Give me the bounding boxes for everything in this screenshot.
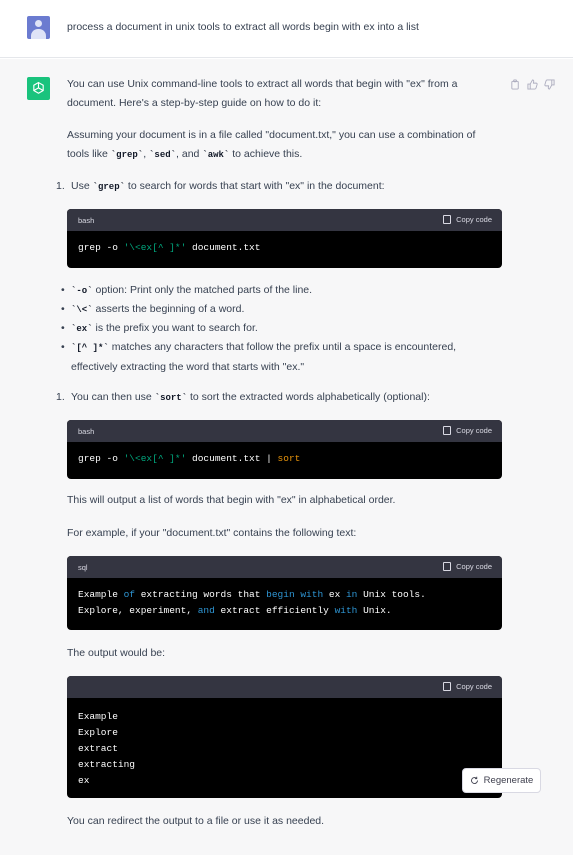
assume-paragraph: Assuming your document is in a file call…	[67, 129, 476, 160]
code-block: sql Copy code Example of extracting word…	[67, 556, 502, 630]
step-1: 1. Use `grep` to search for words that st…	[56, 180, 385, 192]
code-language: bash	[78, 427, 95, 436]
clipboard-icon	[443, 215, 452, 224]
code-content: grep -o '\<ex[^ ]*' document.txt	[78, 242, 261, 253]
code-block-header: Copy code	[67, 676, 502, 698]
chatgpt-logo-icon	[27, 77, 50, 100]
clipboard-icon	[443, 562, 452, 571]
output-note: This will output a list of words that be…	[67, 494, 396, 506]
assistant-message-row: You can use Unix command-line tools to e…	[0, 59, 573, 855]
code-content: Example Explore extract extracting ex	[78, 711, 136, 786]
copy-code-button[interactable]: Copy code	[443, 562, 492, 571]
feedback-icons	[510, 79, 556, 91]
code-block-header: bash Copy code	[67, 209, 502, 231]
copy-code-button[interactable]: Copy code	[443, 215, 492, 224]
regenerate-label: Regenerate	[483, 775, 534, 786]
list-item: • `\<` asserts the beginning of a word.	[61, 303, 245, 315]
list-item: • `[^ ]*` matches any characters that fol…	[61, 341, 457, 373]
user-message-text: process a document in unix tools to extr…	[67, 21, 419, 33]
clipboard-icon	[443, 682, 452, 691]
output-label: The output would be:	[67, 647, 166, 659]
example-note: For example, if your "document.txt" cont…	[67, 527, 357, 539]
inline-code: `grep`	[92, 182, 125, 192]
user-avatar	[27, 16, 50, 39]
step-2: 1. You can then use `sort` to sort the ex…	[56, 391, 430, 403]
list-item: • `ex` is the prefix you want to search f…	[61, 322, 258, 334]
code-language: bash	[78, 216, 95, 225]
inline-code: `sort`	[154, 393, 188, 403]
clipboard-icon	[443, 426, 452, 435]
inline-code: `awk`	[202, 149, 230, 160]
code-content: grep -o '\<ex[^ ]*' document.txt | sort	[78, 453, 301, 464]
closing-paragraph: You can redirect the output to a file or…	[67, 815, 325, 827]
code-block: Copy code Example Explore extract extrac…	[67, 676, 502, 798]
inline-code: `grep`	[110, 149, 144, 160]
code-block: bash Copy code grep -o '\<ex[^ ]*' docum…	[67, 420, 502, 479]
code-content: Example of extracting words that begin w…	[78, 589, 426, 616]
thumbs-up-icon[interactable]	[527, 79, 539, 91]
copy-code-button[interactable]: Copy code	[443, 426, 492, 435]
list-item: • `-o` option: Print only the matched par…	[61, 284, 313, 296]
code-block-header: bash Copy code	[67, 420, 502, 442]
user-message-row: process a document in unix tools to extr…	[0, 0, 573, 58]
intro-paragraph: You can use Unix command-line tools to e…	[67, 78, 458, 109]
copy-code-button[interactable]: Copy code	[443, 682, 492, 691]
refresh-icon	[470, 776, 478, 784]
thumbs-down-icon[interactable]	[544, 79, 556, 91]
copy-icon[interactable]	[510, 79, 522, 91]
inline-code: `sed`	[149, 149, 177, 160]
code-language: sql	[78, 563, 88, 572]
code-block-header: sql Copy code	[67, 556, 502, 578]
regenerate-button[interactable]: Regenerate	[462, 768, 541, 793]
code-block: bash Copy code grep -o '\<ex[^ ]*' docum…	[67, 209, 502, 268]
